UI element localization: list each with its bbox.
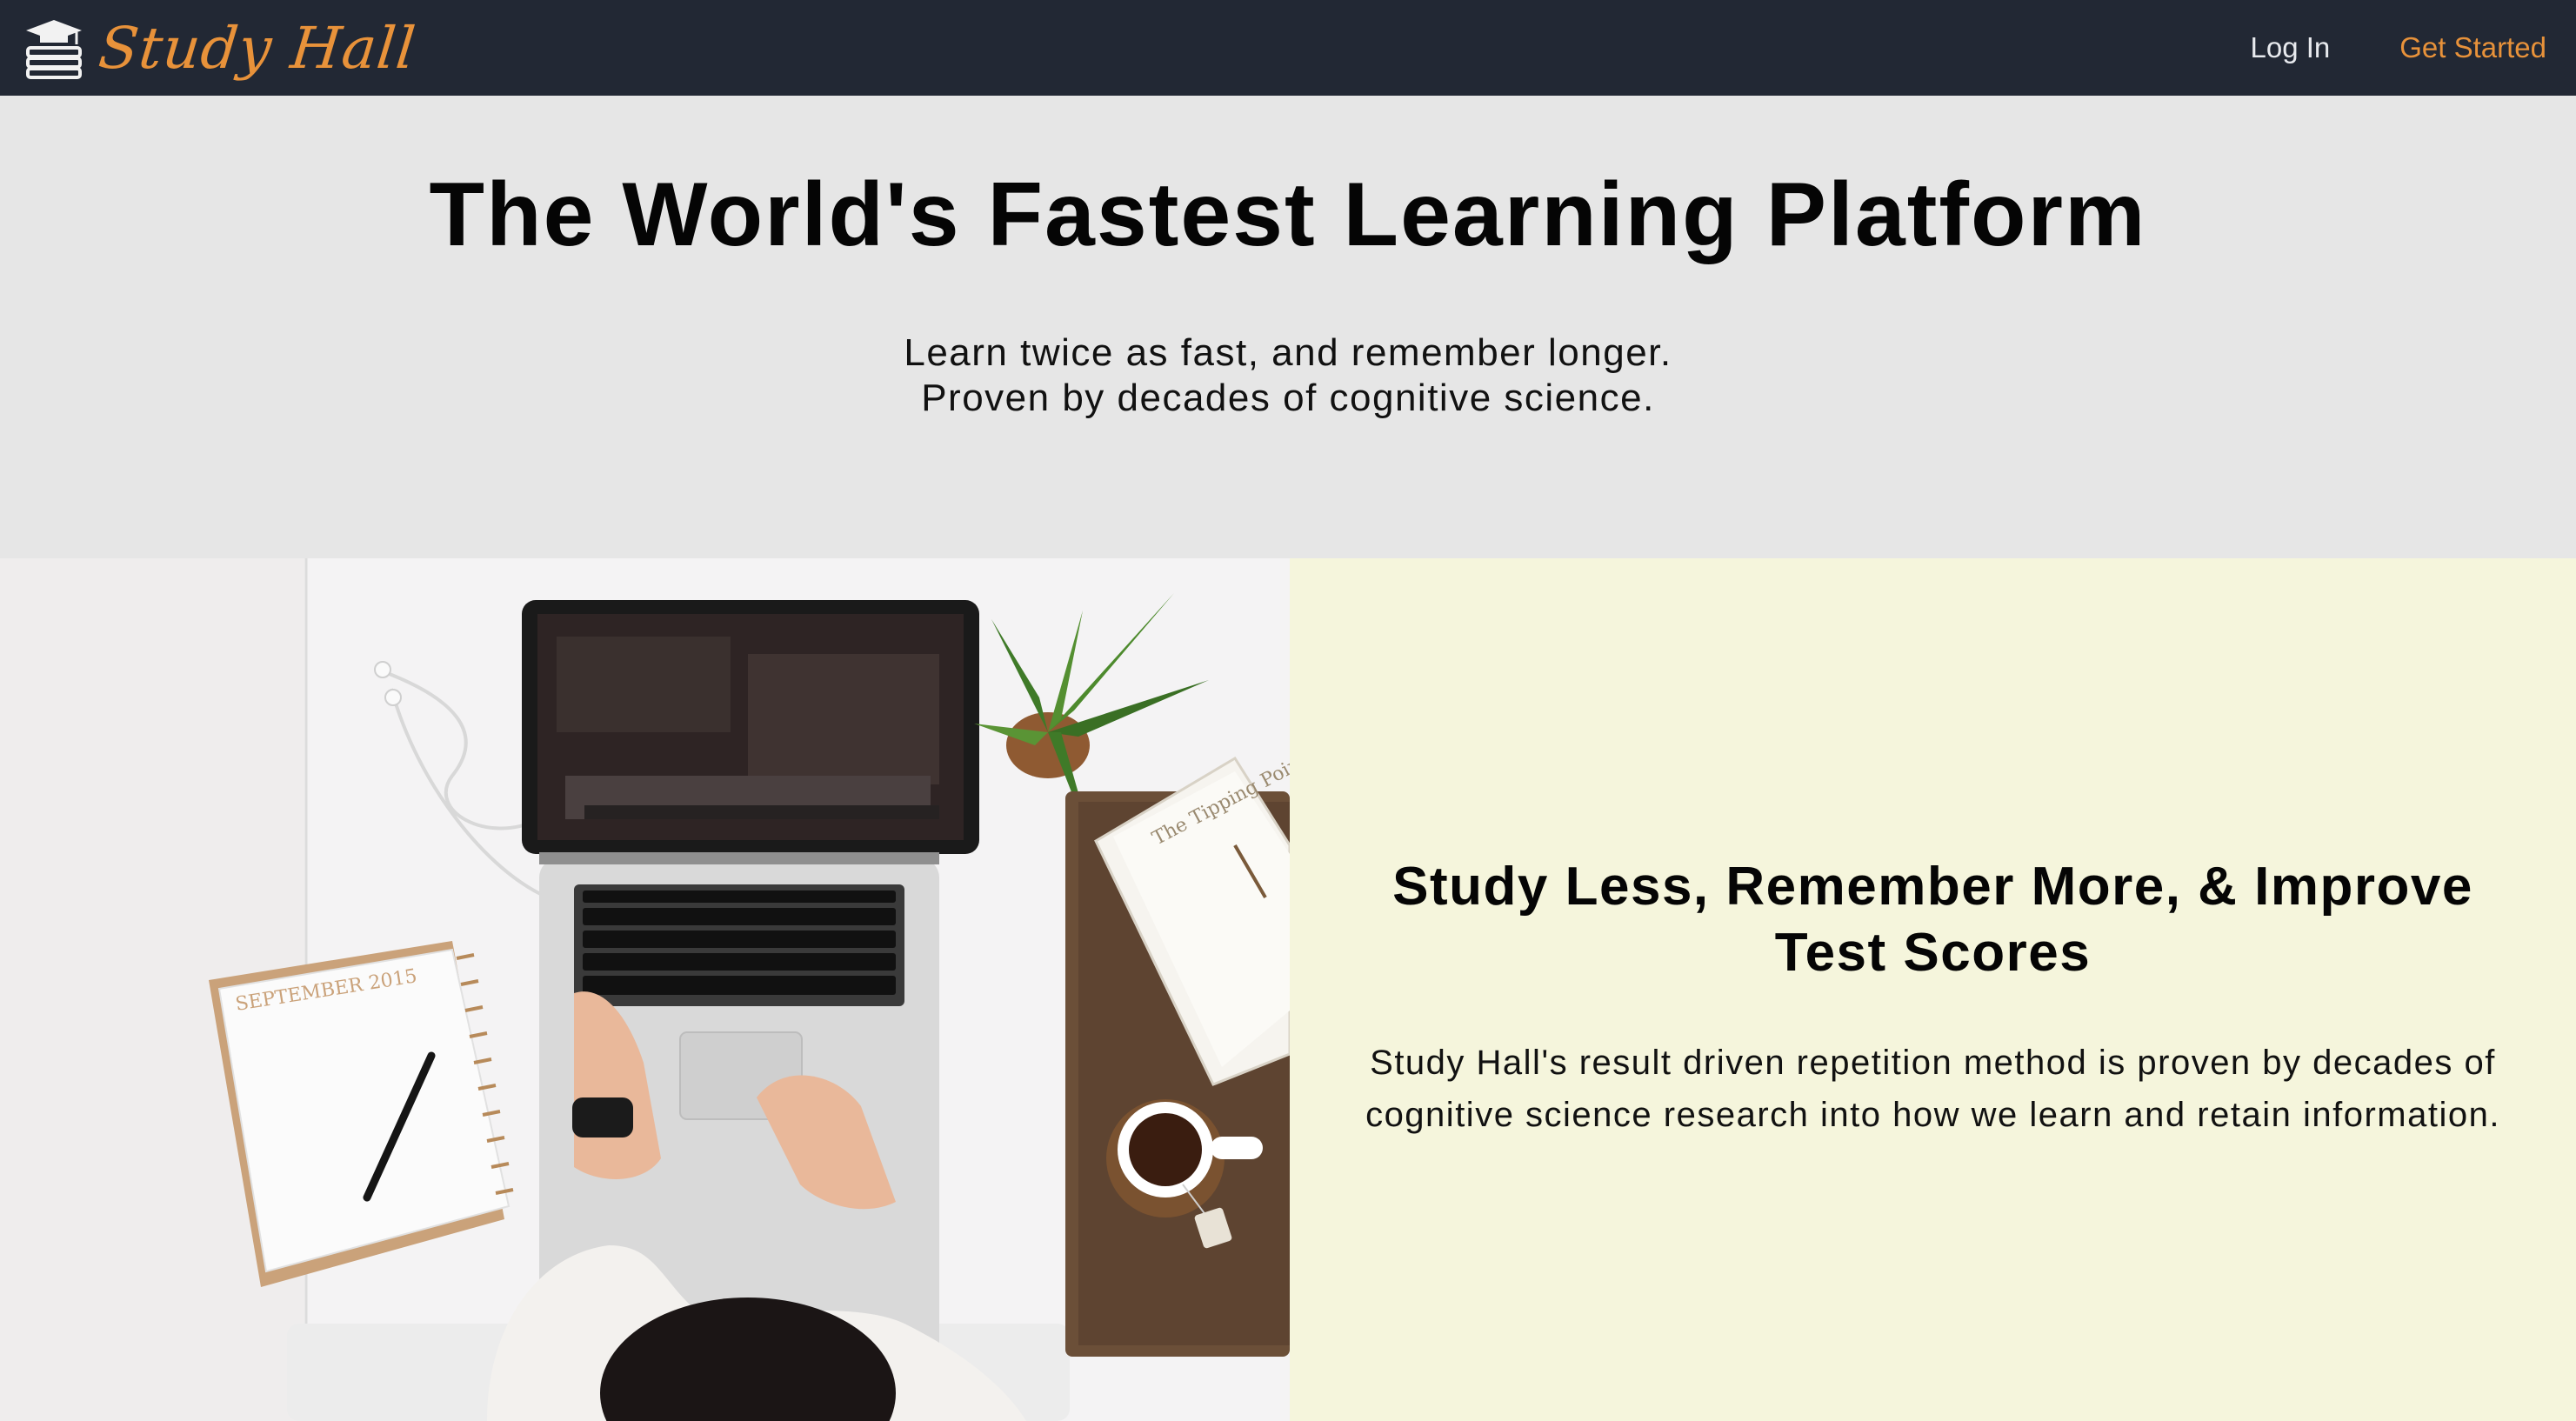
hero-subtitle-line-1: Learn twice as fast, and remember longer… (904, 331, 1672, 374)
brand-logo-link[interactable]: Study Hall (24, 0, 419, 96)
hero-section: The World's Fastest Learning Platform Le… (0, 96, 2576, 558)
feature-section: The Tipping Point SEPTEMBER 2015 Study L… (0, 558, 2576, 1421)
feature-description: Study Hall's result driven repetition me… (1365, 1044, 2500, 1134)
top-navbar: Study Hall Log In Get Started (0, 0, 2576, 96)
hero-title: The World's Fastest Learning Platform (429, 164, 2147, 265)
graduation-cap-books-icon (26, 20, 82, 79)
login-link[interactable]: Log In (2250, 31, 2330, 64)
feature-title: Study Less, Remember More, & Improve Tes… (1392, 857, 2473, 983)
get-started-link[interactable]: Get Started (2399, 31, 2546, 64)
student-desk-laptop-photo: The Tipping Point SEPTEMBER 2015 (0, 558, 1290, 1421)
brand-name: Study Hall (95, 14, 419, 82)
nav-links: Log In Get Started (2250, 0, 2546, 96)
hero-subtitle-line-2: Proven by decades of cognitive science. (921, 377, 1655, 419)
hero-subtitle: Learn twice as fast, and remember longer… (0, 330, 2576, 421)
feature-text-panel: Study Less, Remember More, & Improve Tes… (1290, 558, 2576, 1421)
